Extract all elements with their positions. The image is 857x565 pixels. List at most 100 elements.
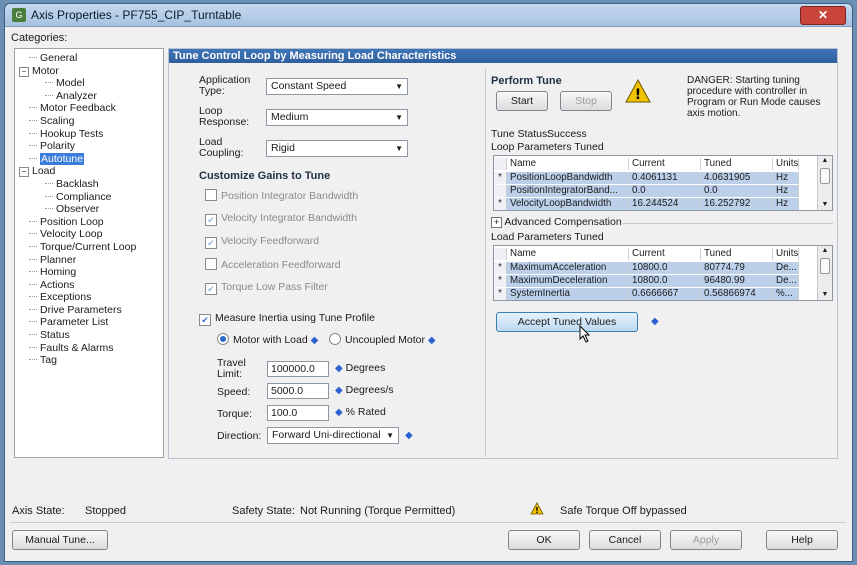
warning-small-icon: ! [530, 502, 544, 515]
tree-item-velocity-loop[interactable]: Velocity Loop [15, 228, 163, 241]
tree-item-model[interactable]: Model [15, 77, 163, 90]
tree-item-exceptions[interactable]: Exceptions [15, 291, 163, 304]
cell-current: 10800.0 [629, 275, 701, 287]
chevron-down-icon: ▼ [395, 144, 403, 153]
tree-item-observer[interactable]: Observer [15, 203, 163, 216]
tree-item-homing[interactable]: Homing [15, 266, 163, 279]
tree-item-torque-current-loop[interactable]: Torque/Current Loop [15, 241, 163, 254]
apply-button[interactable]: Apply [670, 530, 742, 550]
gain-checkbox-acceleration-feedforward[interactable]: Acceleration Feedforward [205, 258, 341, 272]
tree-connector [45, 182, 53, 184]
mouse-cursor-icon [579, 325, 591, 343]
direction-label: Direction: [217, 430, 262, 442]
tree-item-drive-parameters[interactable]: Drive Parameters [15, 304, 163, 317]
tree-item-load[interactable]: − Load [15, 165, 163, 178]
tree-connector [45, 208, 53, 210]
tree-item-position-loop[interactable]: Position Loop [15, 216, 163, 229]
column-divider [485, 69, 486, 457]
table-row[interactable]: * PositionLoopBandwidth 0.4061131 4.0631905… [494, 172, 799, 184]
cell-units: De... [773, 275, 799, 287]
loop-response-select[interactable]: Medium ▼ [266, 109, 408, 126]
tree-item-actions[interactable]: Actions [15, 279, 163, 292]
column-header-tuned[interactable]: Tuned [701, 158, 773, 170]
tree-connector [29, 233, 37, 235]
blue-arrow-icon: ◆ [335, 363, 343, 374]
accept-tuned-values-button[interactable]: Accept Tuned Values [496, 312, 638, 332]
tree-item-tag[interactable]: Tag [15, 354, 163, 367]
gain-checkbox-velocity-feedforward[interactable]: ✔ Velocity Feedforward [205, 235, 319, 249]
tree-item-label: Homing [40, 266, 77, 279]
start-button[interactable]: Start [496, 91, 548, 111]
radio-icon [329, 333, 341, 345]
tree-item-compliance[interactable]: Compliance [15, 191, 163, 204]
close-button[interactable]: ✕ [800, 6, 846, 25]
tree-item-label: Status [40, 329, 70, 342]
gain-checkbox-velocity-integrator-bandwidth[interactable]: ✔ Velocity Integrator Bandwidth [205, 212, 357, 226]
table-scrollbar[interactable]: ▲ ▼ [817, 156, 832, 210]
tree-item-label: Polarity [40, 140, 76, 153]
tree-connector [29, 359, 37, 361]
svg-text:!: ! [535, 506, 539, 515]
manual-tune-button[interactable]: Manual Tune... [12, 530, 108, 550]
application-type-select[interactable]: Constant Speed ▼ [266, 78, 408, 95]
direction-select[interactable]: Forward Uni-directional ▼ [267, 427, 399, 444]
ok-button[interactable]: OK [508, 530, 580, 550]
cancel-button[interactable]: Cancel [589, 530, 661, 550]
gain-checkbox-torque-low-pass-filter[interactable]: ✔ Torque Low Pass Filter [205, 281, 328, 295]
help-button[interactable]: Help [766, 530, 838, 550]
column-header-name[interactable]: Name [507, 248, 629, 260]
cell-marker [494, 185, 507, 197]
cell-units: Hz [773, 185, 799, 197]
advanced-compensation[interactable]: + Advanced Compensation [491, 217, 622, 228]
table-scrollbar[interactable]: ▲ ▼ [817, 246, 832, 300]
table-row[interactable]: * MaximumDeceleration 10800.0 96480.99 De... [494, 275, 799, 287]
title-bar[interactable]: G Axis Properties - PF755_CIP_Turntable … [5, 4, 852, 27]
categories-label: Categories: [11, 32, 68, 44]
column-header-current[interactable]: Current [629, 248, 701, 260]
tree-item-motor-feedback[interactable]: Motor Feedback [15, 102, 163, 115]
tree-item-label: Analyzer [56, 89, 97, 102]
tree-item-polarity[interactable]: Polarity [15, 140, 163, 153]
table-row[interactable]: * MaximumAcceleration 10800.0 80774.79 De... [494, 262, 799, 274]
tree-item-analyzer[interactable]: Analyzer [15, 90, 163, 103]
tree-item-label: Tag [40, 354, 57, 367]
travel-limit-unit: ◆ Degrees [335, 362, 386, 374]
axis-state-label: Axis State: [12, 505, 65, 517]
window-title: Axis Properties - PF755_CIP_Turntable [31, 8, 242, 22]
tree-item-motor[interactable]: − Motor [15, 65, 163, 78]
tree-item-backlash[interactable]: Backlash [15, 178, 163, 191]
gain-checkbox-position-integrator-bandwidth[interactable]: Position Integrator Bandwidth [205, 189, 358, 203]
stop-button[interactable]: Stop [560, 91, 612, 111]
travel-limit-input[interactable]: 100000.0 [267, 361, 329, 377]
column-header-current[interactable]: Current [629, 158, 701, 170]
safety-state-label: Safety State: [232, 505, 295, 517]
tree-item-parameter-list[interactable]: Parameter List [15, 316, 163, 329]
uncoupled-motor-radio[interactable]: Uncoupled Motor ◆ [329, 333, 436, 347]
speed-input[interactable]: 5000.0 [267, 383, 329, 399]
measure-inertia-checkbox[interactable]: ✔ Measure Inertia using Tune Profile [199, 312, 375, 326]
motor-with-load-radio[interactable]: Motor with Load ◆ [217, 333, 318, 347]
tree-item-hookup-tests[interactable]: Hookup Tests [15, 128, 163, 141]
column-header-units[interactable]: Units [773, 158, 799, 170]
load-coupling-label: Load Coupling: [199, 136, 244, 159]
tree-connector [45, 82, 53, 84]
row-marker [494, 248, 507, 260]
column-header-name[interactable]: Name [507, 158, 629, 170]
torque-input[interactable]: 100.0 [267, 405, 329, 421]
collapse-icon[interactable]: − [19, 167, 29, 178]
chevron-down-icon: ▼ [386, 431, 394, 440]
tree-item-status[interactable]: Status [15, 329, 163, 342]
column-header-units[interactable]: Units [773, 248, 799, 260]
load-coupling-select[interactable]: Rigid ▼ [266, 140, 408, 157]
tree-item-general[interactable]: General [15, 52, 163, 65]
category-tree[interactable]: General − Motor Model Analyzer Motor Feedback… [14, 48, 164, 458]
tree-item-faults-alarms[interactable]: Faults & Alarms [15, 342, 163, 355]
tree-item-autotune[interactable]: Autotune [15, 152, 163, 166]
table-row[interactable]: * VelocityLoopBandwidth 16.244524 16.252792… [494, 198, 799, 210]
tree-item-scaling[interactable]: Scaling [15, 115, 163, 128]
collapse-icon[interactable]: − [19, 66, 29, 77]
column-header-tuned[interactable]: Tuned [701, 248, 773, 260]
tree-item-planner[interactable]: Planner [15, 254, 163, 267]
table-row[interactable]: PositionIntegratorBand... 0.0 0.0 Hz [494, 185, 799, 197]
table-row[interactable]: * SystemInertia 0.6666667 0.56866974%... [494, 288, 799, 300]
